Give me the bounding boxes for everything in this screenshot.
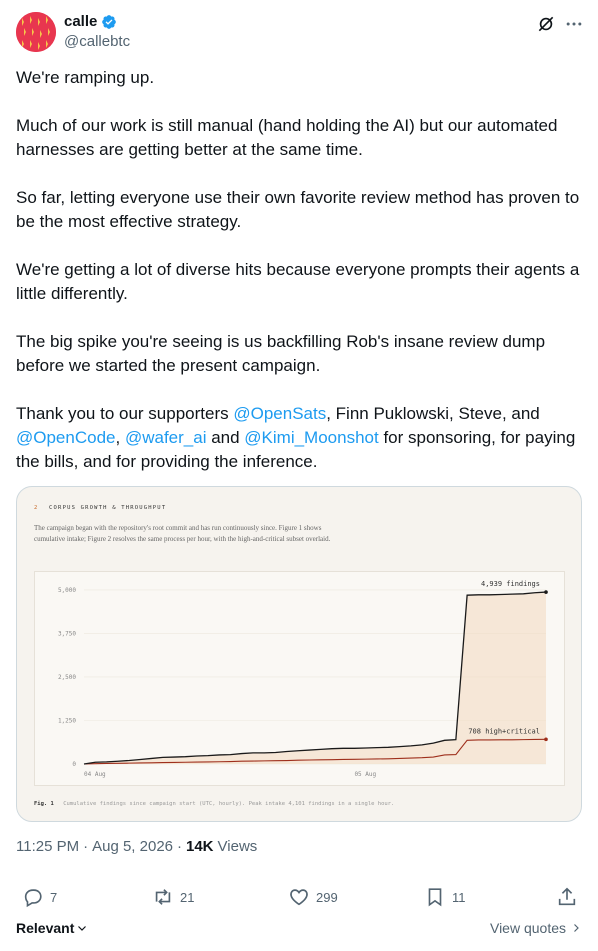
tweet-date[interactable]: Aug 5, 2026 (92, 838, 173, 855)
mention-link[interactable]: @wafer_ai (125, 428, 207, 447)
bookmark-icon (428, 888, 442, 907)
y-tick-label: 0 (72, 761, 76, 768)
view-quotes-label: View quotes (489, 920, 566, 936)
figure-caption-label: Fig. 1 (34, 801, 54, 807)
repost-icon (155, 889, 171, 905)
text-run: and (206, 428, 245, 447)
verified-badge-icon[interactable] (101, 14, 117, 30)
reply-button[interactable]: 7 (22, 886, 57, 908)
figure-description: The campaign began with the repository's… (34, 524, 331, 543)
text-run: Thank you to our supporters (16, 404, 234, 423)
author-handle[interactable]: @callebtc (64, 33, 130, 50)
text-run: , Finn Puklowski, Steve, and (326, 404, 540, 423)
heart-icon (290, 889, 308, 906)
like-button[interactable]: 299 (288, 886, 338, 908)
tweet-paragraph: The big spike you're seeing is us backfi… (16, 332, 546, 375)
tweet-thanks-paragraph: Thank you to our supporters @OpenSats, F… (16, 402, 586, 474)
tweet-time[interactable]: 11:25 PM (16, 838, 79, 855)
mention-link[interactable]: @OpenCode (16, 428, 116, 447)
mention-link[interactable]: @Kimi_Moonshot (244, 428, 378, 447)
series-end-point-total (544, 590, 548, 594)
chevron-down-icon (78, 926, 87, 931)
tweet-paragraph: We're getting a lot of diverse hits beca… (16, 260, 580, 303)
view-quotes-link[interactable]: View quotes (490, 920, 582, 936)
avatar-image (16, 12, 56, 52)
grok-icon[interactable] (536, 14, 556, 34)
like-count: 299 (316, 889, 338, 905)
repost-count: 21 (180, 889, 195, 905)
media-attachment[interactable]: 2 CORPUS GROWTH & THROUGHPUT The campaig… (16, 486, 582, 822)
author-display-name[interactable]: calle (64, 13, 97, 30)
chevron-right-icon (574, 924, 579, 932)
y-tick-label: 1,250 (58, 717, 76, 724)
x-tick-label: 04 Aug (84, 771, 106, 778)
text-run: , (115, 428, 125, 447)
figure-caption-text: Cumulative findings since campaign start… (63, 801, 395, 807)
reply-icon (24, 889, 42, 908)
cumulative-findings-chart: 0 1,250 2,500 3,750 5,000 04 Aug 05 Aug 708 hig… (34, 571, 565, 786)
author-name-row: calle (64, 13, 117, 30)
bookmark-count: 11 (452, 889, 466, 905)
tweet-meta: 11:25 PM · Aug 5, 2026 · 14K Views (16, 838, 257, 855)
share-button[interactable] (556, 886, 578, 908)
views-label: Views (217, 838, 258, 855)
meta-separator: · (177, 838, 182, 855)
reply-count: 7 (50, 889, 58, 905)
x-tick-label: 05 Aug (354, 771, 376, 778)
y-tick-label: 3,750 (58, 630, 76, 637)
tweet-paragraph: We're ramping up. (16, 68, 155, 87)
bookmark-button[interactable]: 11 (424, 886, 466, 908)
repost-button[interactable]: 21 (152, 886, 194, 908)
reply-sort-label: Relevant (16, 920, 75, 936)
figure-section-heading: 2 CORPUS GROWTH & THROUGHPUT (34, 505, 166, 511)
y-tick-label: 5,000 (58, 587, 76, 594)
series-end-point-high_critical (544, 737, 548, 742)
views-count: 14K (186, 838, 214, 855)
series-end-label-total: 4,939 findings (481, 580, 540, 588)
y-tick-label: 2,500 (58, 674, 76, 681)
avatar[interactable] (16, 12, 56, 52)
tweet-paragraph: Much of our work is still manual (hand h… (16, 116, 558, 159)
tweet-text: We're ramping up. Much of our work is st… (16, 66, 586, 498)
more-options-icon[interactable] (564, 14, 584, 34)
share-icon (558, 887, 576, 906)
figure-section-number: 2 (34, 505, 39, 511)
series-end-label-high_critical: 708 high+critical (468, 727, 540, 735)
figure-section-title: CORPUS GROWTH & THROUGHPUT (49, 505, 167, 511)
figure-caption: Fig. 1 Cumulative findings since campaig… (34, 801, 394, 807)
meta-separator: · (83, 838, 89, 855)
tweet-paragraph: So far, letting everyone use their own f… (16, 188, 580, 231)
reply-sort-dropdown[interactable]: Relevant (16, 920, 88, 936)
mention-link[interactable]: @OpenSats (233, 404, 326, 423)
